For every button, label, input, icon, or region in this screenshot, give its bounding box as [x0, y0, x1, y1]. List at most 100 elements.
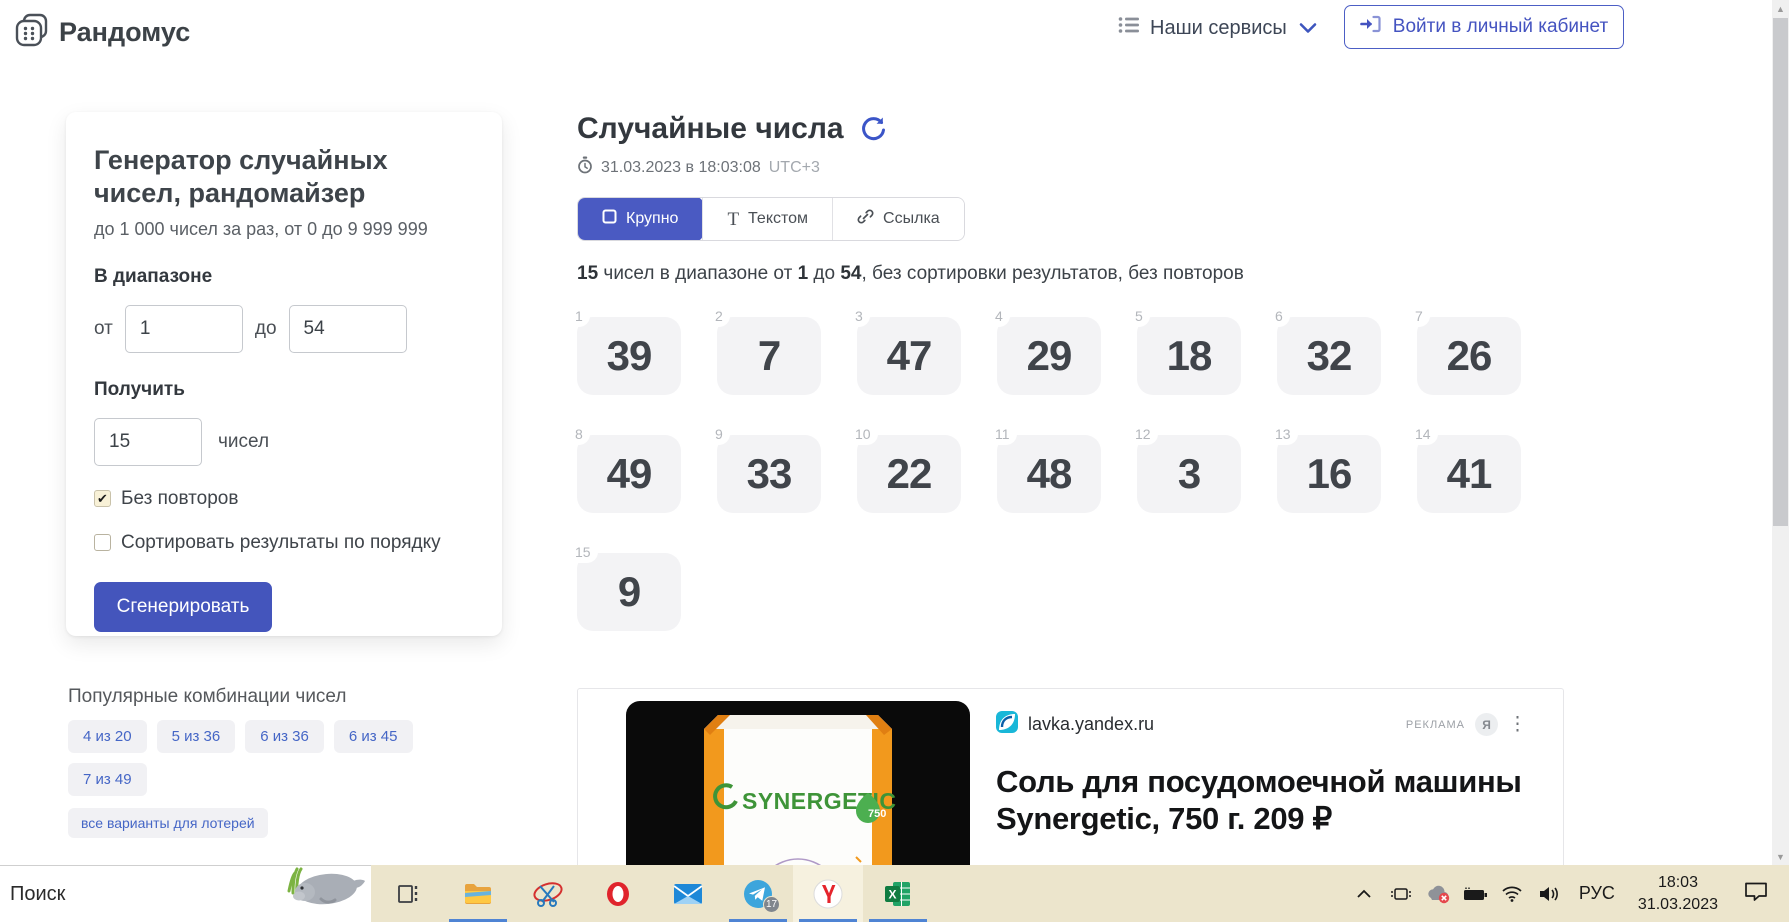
all-lottery-link[interactable]: все варианты для лотерей — [68, 808, 268, 838]
summary-tail: , без сортировки результатов, без повтор… — [862, 263, 1244, 284]
clock[interactable]: 18:03 31.03.2023 — [1630, 872, 1726, 915]
login-button[interactable]: Войти в личный кабинет — [1344, 5, 1624, 49]
brand-name: Рандомус — [59, 17, 190, 48]
combo-link[interactable]: 5 из 36 — [157, 720, 236, 753]
no-repeats-option[interactable]: ✔ Без повторов — [94, 488, 474, 510]
tab-krupno[interactable]: Крупно — [577, 197, 703, 241]
brand-logo-link[interactable]: Рандомус — [14, 12, 190, 53]
combo-row: 4 из 20 5 из 36 6 из 36 6 из 45 7 из 49 — [68, 720, 488, 796]
stopwatch-icon — [577, 156, 593, 179]
tile-number: 18 — [1167, 332, 1212, 380]
tile-index: 3 — [854, 308, 870, 327]
manatee-image[interactable] — [275, 861, 367, 922]
tile-index: 11 — [994, 426, 1017, 445]
number-tile: 123 — [1137, 435, 1241, 513]
tray-chevron-up-icon[interactable] — [1349, 879, 1379, 909]
tile-index: 1 — [574, 308, 590, 327]
ad-menu-dots-icon[interactable]: ⋮ — [1508, 715, 1527, 734]
clock-date: 31.03.2023 — [1638, 894, 1718, 916]
number-tile: 632 — [1277, 317, 1381, 395]
taskbar-search-box[interactable]: Поиск — [0, 865, 371, 922]
tile-number: 32 — [1307, 332, 1352, 380]
yandex-ad-icon[interactable]: Я — [1475, 713, 1498, 736]
tray-volume-icon[interactable] — [1534, 879, 1564, 909]
clock-time: 18:03 — [1638, 872, 1718, 894]
link-icon — [857, 208, 874, 230]
summary-mid1: чисел в диапазоне от — [598, 263, 797, 284]
combo-link[interactable]: 4 из 20 — [68, 720, 147, 753]
scroll-down-arrow[interactable]: ▼ — [1772, 848, 1789, 865]
mail-button[interactable] — [653, 865, 723, 922]
snipping-tool-button[interactable] — [513, 865, 583, 922]
number-tile: 933 — [717, 435, 821, 513]
summary-mid2: до — [808, 263, 840, 284]
tile-index: 8 — [574, 426, 590, 445]
dice-logo-icon — [14, 12, 50, 53]
windows-taskbar: Поиск — [0, 865, 1789, 922]
numbers-grid: 1392734742951863272684993310221148123131… — [577, 317, 1557, 631]
file-explorer-button[interactable] — [443, 865, 513, 922]
tray-onedrive-error-icon[interactable] — [1423, 879, 1453, 909]
combo-link[interactable]: 6 из 45 — [334, 720, 413, 753]
refresh-icon[interactable] — [860, 116, 887, 143]
tray-cast-icon[interactable] — [1386, 879, 1416, 909]
tray-wifi-icon[interactable] — [1497, 879, 1527, 909]
system-tray: РУС 18:03 31.03.2023 — [1349, 865, 1789, 922]
tile-index: 5 — [1134, 308, 1150, 327]
scrollbar-thumb[interactable] — [1773, 18, 1788, 526]
page-scrollbar[interactable]: ▲ ▼ — [1772, 0, 1789, 865]
taskbar-app-icons: 17 X — [373, 865, 933, 922]
combo-link[interactable]: 7 из 49 — [68, 763, 147, 796]
task-view-button[interactable] — [373, 865, 443, 922]
to-input[interactable] — [289, 305, 407, 353]
no-repeats-checkbox[interactable]: ✔ — [94, 490, 111, 507]
generator-card: Генератор случайных чисел, рандомайзер д… — [66, 112, 502, 636]
number-tile: 1441 — [1417, 435, 1521, 513]
tile-index: 6 — [1274, 308, 1290, 327]
timestamp-text: 31.03.2023 в 18:03:08 — [601, 159, 761, 177]
services-label: Наши сервисы — [1150, 17, 1287, 40]
from-label: от — [94, 318, 113, 340]
telegram-button[interactable]: 17 — [723, 865, 793, 922]
combo-link[interactable]: 6 из 36 — [245, 720, 324, 753]
tray-battery-icon[interactable] — [1460, 879, 1490, 909]
number-tile: 27 — [717, 317, 821, 395]
tile-number: 16 — [1307, 450, 1352, 498]
summary-count: 15 — [577, 263, 598, 284]
summary-from: 1 — [798, 263, 809, 284]
ad-site-link[interactable]: lavka.yandex.ru — [1028, 714, 1154, 735]
tile-index: 7 — [1414, 308, 1430, 327]
tile-number: 22 — [887, 450, 932, 498]
sort-option[interactable]: Сортировать результаты по порядку — [94, 532, 474, 554]
tab-tekstom[interactable]: T Текстом — [702, 198, 832, 240]
tile-index: 14 — [1414, 426, 1438, 445]
services-menu[interactable]: Наши сервисы — [1118, 15, 1317, 41]
action-center-icon[interactable] — [1733, 879, 1779, 908]
summary-to: 54 — [840, 263, 861, 284]
login-label: Войти в личный кабинет — [1393, 16, 1608, 38]
scroll-up-arrow[interactable]: ▲ — [1772, 0, 1789, 17]
generate-button[interactable]: Сгенерировать — [94, 582, 272, 632]
sort-checkbox[interactable] — [94, 534, 111, 551]
number-tile: 347 — [857, 317, 961, 395]
tile-index: 13 — [1274, 426, 1298, 445]
tile-number: 26 — [1447, 332, 1492, 380]
generator-subtitle: до 1 000 чисел за раз, от 0 до 9 999 999 — [94, 219, 474, 240]
ad-headline-link[interactable]: Соль для посудомоечной машины Synergetic… — [996, 764, 1536, 837]
language-indicator[interactable]: РУС — [1571, 883, 1623, 904]
text-view-icon: T — [727, 210, 739, 229]
count-units: чисел — [218, 431, 269, 453]
opera-button[interactable] — [583, 865, 653, 922]
range-row: от до — [94, 305, 474, 353]
results-title: Случайные числа — [577, 112, 844, 146]
count-input[interactable] — [94, 418, 202, 466]
from-input[interactable] — [125, 305, 243, 353]
tab-ssylka[interactable]: Ссылка — [832, 198, 964, 240]
tile-number: 33 — [747, 450, 792, 498]
yandex-browser-button[interactable] — [793, 865, 863, 922]
tile-number: 7 — [758, 332, 780, 380]
excel-button[interactable]: X — [863, 865, 933, 922]
grid-view-icon — [602, 209, 617, 229]
sort-label: Сортировать результаты по порядку — [121, 532, 441, 554]
number-tile: 518 — [1137, 317, 1241, 395]
